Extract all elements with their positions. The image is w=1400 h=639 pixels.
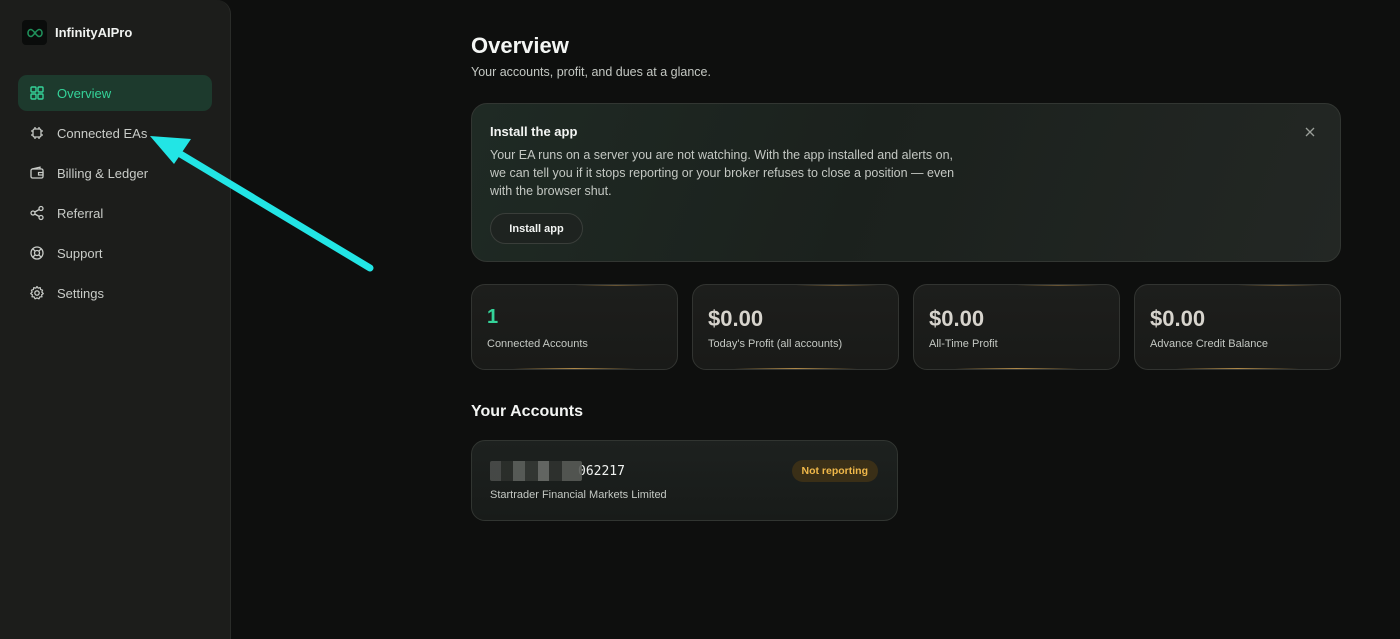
redacted-id-mask xyxy=(490,461,582,481)
your-accounts-heading: Your Accounts xyxy=(471,403,584,420)
account-id: 062217 xyxy=(578,463,625,479)
stat-label: Connected Accounts xyxy=(487,338,588,350)
sidebar-item-billing-ledger[interactable]: Billing & Ledger xyxy=(18,155,212,191)
stat-card-todays-profit: $0.00 Today's Profit (all accounts) xyxy=(692,284,899,370)
sidebar-item-label: Referral xyxy=(57,205,104,221)
account-broker: Startrader Financial Markets Limited xyxy=(490,489,667,501)
status-badge: Not reporting xyxy=(791,460,878,482)
wallet-icon xyxy=(29,165,45,181)
stat-label: Advance Credit Balance xyxy=(1150,338,1269,350)
account-card[interactable]: 062217 Startrader Financial Markets Limi… xyxy=(471,440,898,521)
sidebar-item-label: Billing & Ledger xyxy=(57,165,149,181)
close-icon[interactable] xyxy=(1304,126,1316,138)
page-title: Overview xyxy=(471,33,569,58)
stat-value: $0.00 xyxy=(1150,306,1206,331)
gear-icon xyxy=(29,285,45,301)
stat-label: All-Time Profit xyxy=(929,338,998,350)
stat-value: 1 xyxy=(487,306,499,328)
brand-name: InfinityAIPro xyxy=(55,25,133,40)
sidebar-nav: Overview Connected EAs Billing & Ledger … xyxy=(18,75,212,315)
sidebar-item-connected-eas[interactable]: Connected EAs xyxy=(18,115,212,151)
banner-text: Your EA runs on a server you are not wat… xyxy=(490,148,955,198)
banner-title: Install the app xyxy=(490,124,578,139)
account-id-row: 062217 xyxy=(490,461,625,481)
lifebuoy-icon xyxy=(29,245,45,261)
grid-icon xyxy=(29,85,45,101)
sidebar-item-label: Connected EAs xyxy=(57,125,148,141)
stat-card-all-time-profit: $0.00 All-Time Profit xyxy=(913,284,1120,370)
stat-value: $0.00 xyxy=(708,306,764,331)
share-icon xyxy=(29,205,45,221)
stat-card-advance-credit: $0.00 Advance Credit Balance xyxy=(1134,284,1341,370)
sidebar-item-overview[interactable]: Overview xyxy=(18,75,212,111)
chip-icon xyxy=(29,125,45,141)
brand[interactable]: InfinityAIPro xyxy=(22,20,132,45)
stat-value: $0.00 xyxy=(929,306,985,331)
install-app-button[interactable]: Install app xyxy=(490,213,583,244)
sidebar-item-referral[interactable]: Referral xyxy=(18,195,212,231)
sidebar-item-label: Support xyxy=(57,245,103,261)
sidebar-item-label: Settings xyxy=(57,285,104,301)
stat-label: Today's Profit (all accounts) xyxy=(708,338,843,350)
sidebar-item-support[interactable]: Support xyxy=(18,235,212,271)
sidebar-item-label: Overview xyxy=(57,85,112,101)
page-subtitle: Your accounts, profit, and dues at a gla… xyxy=(471,65,711,79)
stat-card-connected-accounts: 1 Connected Accounts xyxy=(471,284,678,370)
sidebar: InfinityAIPro Overview Connected EAs Bil… xyxy=(0,0,231,639)
sidebar-item-settings[interactable]: Settings xyxy=(18,275,212,311)
infinity-icon xyxy=(22,20,47,45)
install-app-banner: Install the app Your EA runs on a server… xyxy=(471,103,1341,262)
